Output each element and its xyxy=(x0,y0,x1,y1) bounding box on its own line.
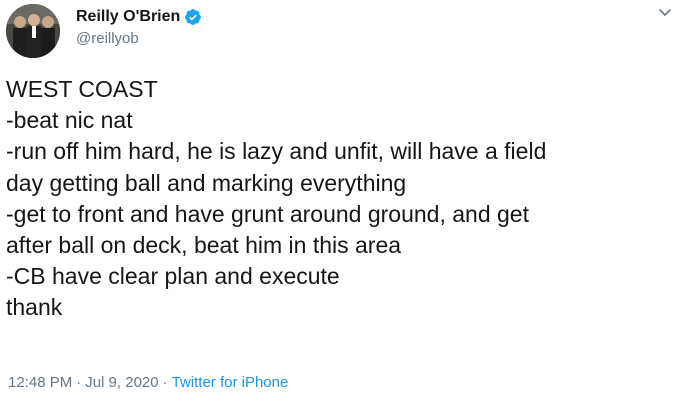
avatar[interactable] xyxy=(6,4,60,58)
tweet-line: -run off him hard, he is lazy and unfit,… xyxy=(6,138,547,165)
tweet-time[interactable]: 12:48 PM xyxy=(8,374,72,391)
tweet-line: -CB have clear plan and execute xyxy=(6,263,340,290)
tweet-line: WEST COAST xyxy=(6,76,158,102)
tweet-line: after ball on deck, beat him in this are… xyxy=(6,232,402,259)
chevron-down-icon[interactable] xyxy=(655,2,675,22)
author-name-row[interactable]: Reilly O'Brien xyxy=(76,8,202,26)
tweet-text: WEST COAST -beat nic nat -run off him ha… xyxy=(6,74,671,324)
author-handle[interactable]: @reillyob xyxy=(76,30,139,47)
display-name[interactable]: Reilly O'Brien xyxy=(76,8,180,26)
verified-badge-icon xyxy=(185,9,202,25)
tweet-source-link[interactable]: Twitter for iPhone xyxy=(172,374,289,391)
tweet-metadata: 12:48 PM · Jul 9, 2020 · Twitter for iPhone xyxy=(8,374,288,391)
tweet-line: -get to front and have grunt around grou… xyxy=(6,200,529,227)
tweet-line: thank xyxy=(6,294,63,321)
meta-separator: · xyxy=(162,374,168,391)
meta-separator: · xyxy=(76,374,82,391)
tweet-line: -beat nic nat xyxy=(6,107,133,134)
avatar-photo xyxy=(6,4,60,58)
tweet-date[interactable]: Jul 9, 2020 xyxy=(85,374,158,391)
tweet-line: day getting ball and marking everything xyxy=(6,169,407,196)
